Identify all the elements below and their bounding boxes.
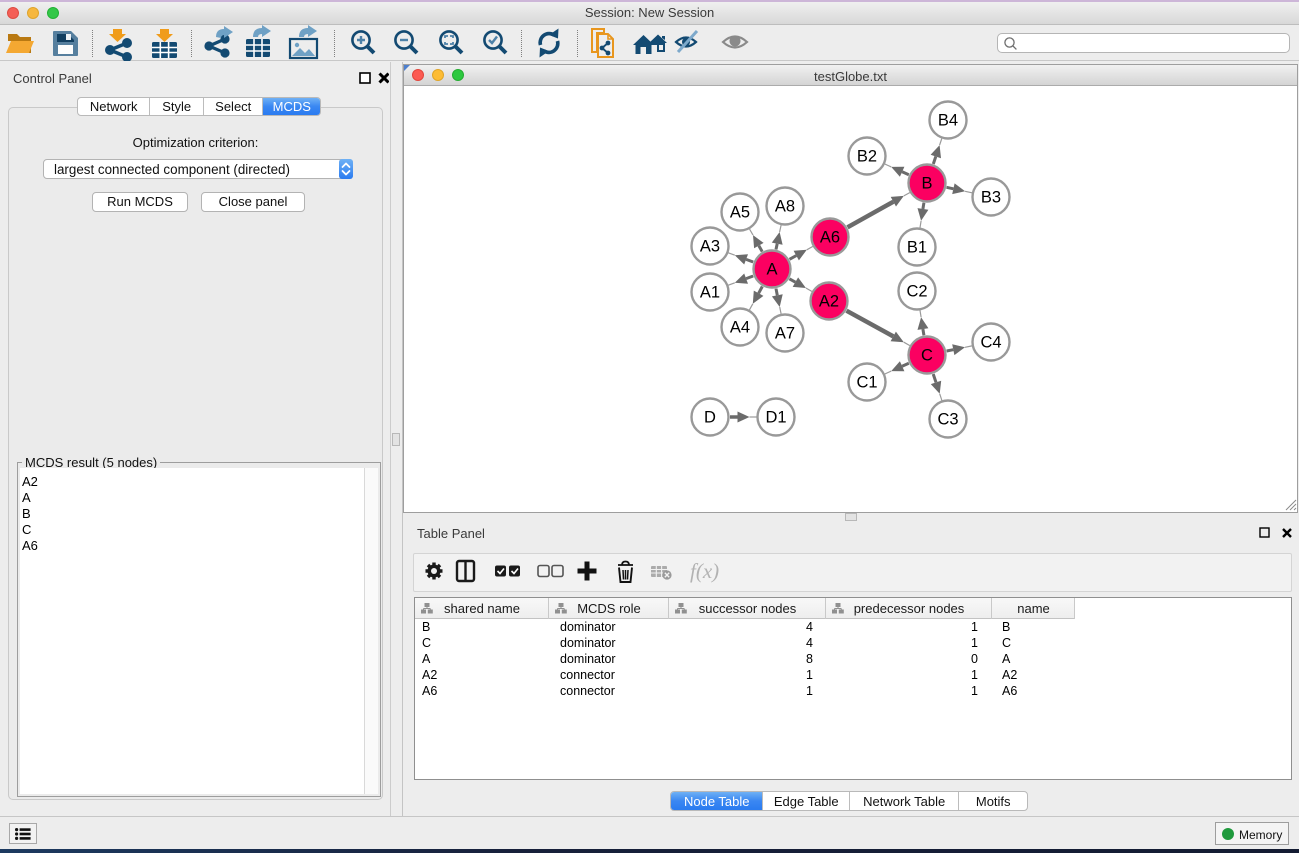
svg-text:C: C: [921, 347, 933, 365]
svg-text:A4: A4: [730, 319, 750, 337]
svg-text:C1: C1: [856, 374, 877, 392]
svg-text:A8: A8: [775, 198, 795, 216]
svg-text:C4: C4: [980, 334, 1001, 352]
svg-text:A6: A6: [820, 229, 840, 247]
svg-text:B2: B2: [857, 148, 877, 166]
svg-text:A1: A1: [700, 284, 720, 302]
svg-text:B: B: [921, 175, 932, 193]
svg-text:B4: B4: [938, 112, 958, 130]
svg-text:C3: C3: [937, 411, 958, 429]
svg-text:A3: A3: [700, 238, 720, 256]
svg-text:B1: B1: [907, 239, 927, 257]
svg-text:B3: B3: [981, 189, 1001, 207]
svg-text:A7: A7: [775, 325, 795, 343]
svg-text:A: A: [766, 261, 777, 279]
svg-text:f(x): f(x): [690, 559, 719, 583]
svg-text:A5: A5: [730, 204, 750, 222]
svg-text:D1: D1: [765, 409, 786, 427]
svg-text:A2: A2: [819, 293, 839, 311]
svg-text:C2: C2: [906, 283, 927, 301]
svg-text:D: D: [704, 409, 716, 427]
